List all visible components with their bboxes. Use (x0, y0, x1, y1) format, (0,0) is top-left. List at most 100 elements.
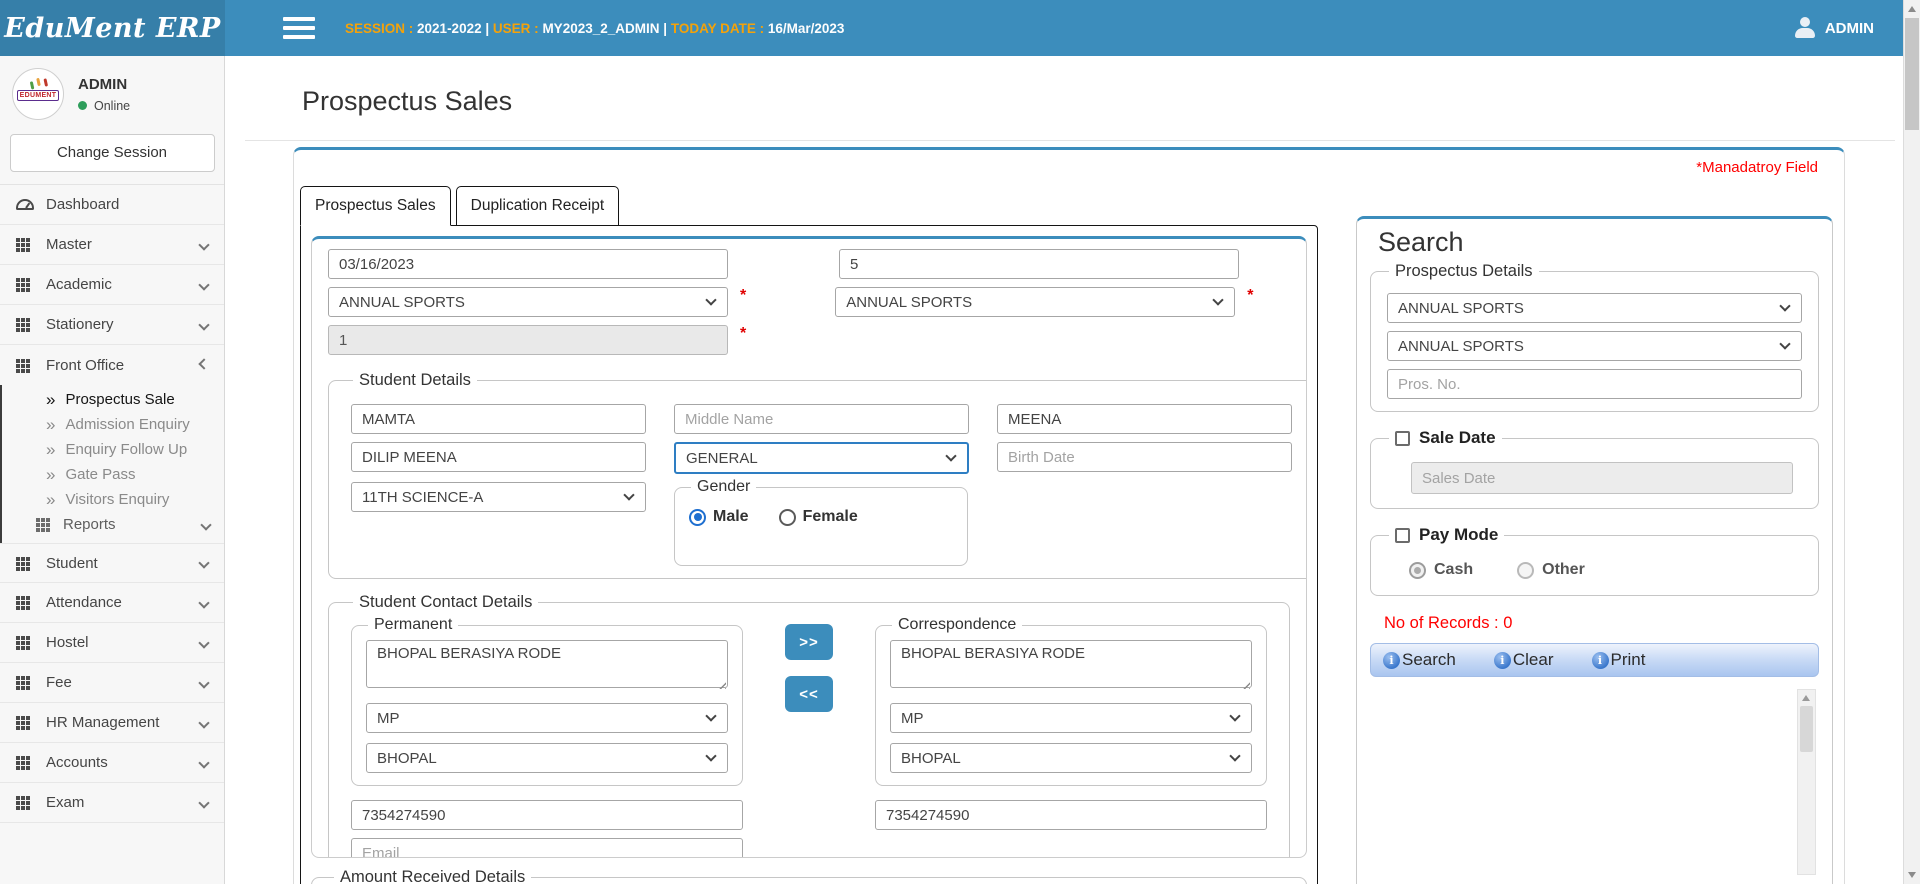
required-marker: * (740, 287, 746, 305)
sidebar-item-exam[interactable]: Exam (0, 783, 224, 823)
double-arrow-icon (46, 417, 55, 432)
quantity-input[interactable] (839, 249, 1239, 279)
prospectus-type-select-right[interactable]: ANNUAL SPORTS (835, 287, 1235, 317)
cash-label[interactable]: Cash (1434, 561, 1473, 579)
student-contact-details-fieldset: Student Contact Details Permanent BHOPAL… (328, 593, 1290, 858)
selected-option: MP (901, 710, 924, 727)
female-radio[interactable] (779, 509, 796, 526)
search-results-area (1370, 677, 1819, 884)
page-scrollbar[interactable] (1903, 0, 1920, 884)
sidebar-item-hr-management[interactable]: HR Management (0, 703, 224, 743)
search-panel: Search Prospectus Details ANNUAL SPORTS … (1356, 216, 1833, 884)
permanent-state-select[interactable]: MP (366, 703, 728, 733)
correspondence-address-textarea[interactable]: BHOPAL BERASIYA RODE (890, 640, 1252, 688)
correspondence-state-select[interactable]: MP (890, 703, 1252, 733)
brand-logo[interactable]: EduMent ERP (0, 0, 225, 56)
pay-mode-label[interactable]: Pay Mode (1419, 525, 1498, 545)
sidebar-item-accounts[interactable]: Accounts (0, 743, 224, 783)
page-title: Prospectus Sales (302, 86, 512, 117)
copy-to-permanent-button[interactable]: << (785, 676, 833, 712)
info-icon (1383, 652, 1400, 669)
sidebar-subitem-label: Visitors Enquiry (65, 491, 169, 508)
sidebar-item-front-office[interactable]: Front Office (0, 345, 224, 385)
other-label[interactable]: Other (1542, 561, 1585, 579)
scroll-down-arrow-icon[interactable] (1908, 872, 1916, 878)
student-details-legend: Student Details (353, 371, 477, 390)
sidebar-subitem-label: Gate Pass (65, 466, 135, 483)
permanent-phone-input[interactable] (351, 800, 743, 830)
scrollbar-thumb[interactable] (1905, 18, 1919, 130)
sidebar-item-label: Student (46, 555, 187, 572)
sale-date-label[interactable]: Sale Date (1419, 428, 1496, 448)
selected-option: GENERAL (686, 450, 758, 467)
male-radio[interactable] (689, 509, 706, 526)
results-scrollbar[interactable] (1797, 689, 1816, 875)
scrollbar-thumb[interactable] (1800, 706, 1813, 752)
class-select[interactable]: 11TH SCIENCE-A (351, 482, 646, 512)
sale-date-fieldset: Sale Date (1370, 428, 1819, 509)
pay-mode-checkbox[interactable] (1395, 528, 1410, 543)
grid-icon (16, 358, 33, 373)
sales-date-input[interactable] (1411, 462, 1793, 494)
sidebar-subitem-label: Reports (63, 516, 116, 533)
search-pros-no-input[interactable] (1387, 369, 1802, 399)
sidebar-subitem-admission-enquiry[interactable]: Admission Enquiry (2, 412, 224, 437)
permanent-address-textarea[interactable]: BHOPAL BERASIYA RODE (366, 640, 728, 688)
sidebar-item-academic[interactable]: Academic (0, 265, 224, 305)
admin-user-menu[interactable]: ADMIN (1794, 17, 1874, 39)
sidebar-item-fee[interactable]: Fee (0, 663, 224, 703)
print-button[interactable]: Print (1592, 650, 1646, 670)
sidebar-item-attendance[interactable]: Attendance (0, 583, 224, 623)
sidebar-item-student[interactable]: Student (0, 543, 224, 583)
correspondence-phone-input[interactable] (875, 800, 1267, 830)
cash-radio[interactable] (1409, 562, 1426, 579)
correspondence-address-fieldset: Correspondence BHOPAL BERASIYA RODE MP B… (875, 616, 1267, 786)
search-prospectus-select-top[interactable]: ANNUAL SPORTS (1387, 293, 1802, 323)
other-radio[interactable] (1517, 562, 1534, 579)
search-button[interactable]: Search (1383, 650, 1456, 670)
male-label[interactable]: Male (713, 508, 749, 526)
sidebar-subitem-visitors-enquiry[interactable]: Visitors Enquiry (2, 487, 224, 512)
correspondence-city-select[interactable]: BHOPAL (890, 743, 1252, 773)
today-date-label: TODAY DATE : (671, 21, 764, 36)
double-arrow-icon (46, 392, 55, 407)
sidebar-item-stationery[interactable]: Stationery (0, 305, 224, 345)
scroll-up-arrow-icon[interactable] (1908, 6, 1916, 12)
change-session-button[interactable]: Change Session (10, 134, 215, 172)
search-prospectus-select-bottom[interactable]: ANNUAL SPORTS (1387, 331, 1802, 361)
last-name-input[interactable] (997, 404, 1292, 434)
selected-option: ANNUAL SPORTS (1398, 338, 1524, 355)
sidebar-item-label: Hostel (46, 634, 187, 651)
chevron-down-icon (1229, 750, 1240, 761)
sidebar-subitem-gate-pass[interactable]: Gate Pass (2, 462, 224, 487)
sidebar-subitem-reports[interactable]: Reports (2, 512, 224, 537)
chevron-left-icon (198, 279, 209, 290)
tab-prospectus-sales[interactable]: Prospectus Sales (300, 186, 451, 226)
prospectus-type-select-left[interactable]: ANNUAL SPORTS (328, 287, 728, 317)
sidebar-item-dashboard[interactable]: Dashboard (0, 185, 224, 225)
info-icon (1592, 652, 1609, 669)
grid-icon (16, 755, 33, 770)
pros-no-readonly-input[interactable] (328, 325, 728, 355)
grid-icon (16, 595, 33, 610)
female-label[interactable]: Female (803, 508, 858, 526)
copy-to-correspondence-button[interactable]: >> (785, 624, 833, 660)
sidebar-subitem-enquiry-follow-up[interactable]: Enquiry Follow Up (2, 437, 224, 462)
sale-date-checkbox[interactable] (1395, 431, 1410, 446)
email-input[interactable] (351, 838, 743, 858)
sale-date-input[interactable] (328, 249, 728, 279)
permanent-city-select[interactable]: BHOPAL (366, 743, 728, 773)
birth-date-input[interactable] (997, 442, 1292, 472)
scroll-up-arrow-icon[interactable] (1802, 695, 1810, 701)
sidebar-item-master[interactable]: Master (0, 225, 224, 265)
tab-duplication-receipt[interactable]: Duplication Receipt (456, 186, 620, 226)
sidebar-item-label: Dashboard (46, 196, 208, 213)
father-name-input[interactable] (351, 442, 646, 472)
hamburger-menu-icon[interactable] (283, 12, 315, 44)
sidebar-subitem-prospectus-sale[interactable]: Prospectus Sale (2, 387, 224, 412)
clear-button[interactable]: Clear (1494, 650, 1554, 670)
middle-name-input[interactable] (674, 404, 969, 434)
sidebar-item-hostel[interactable]: Hostel (0, 623, 224, 663)
category-select[interactable]: GENERAL (674, 442, 969, 474)
first-name-input[interactable] (351, 404, 646, 434)
